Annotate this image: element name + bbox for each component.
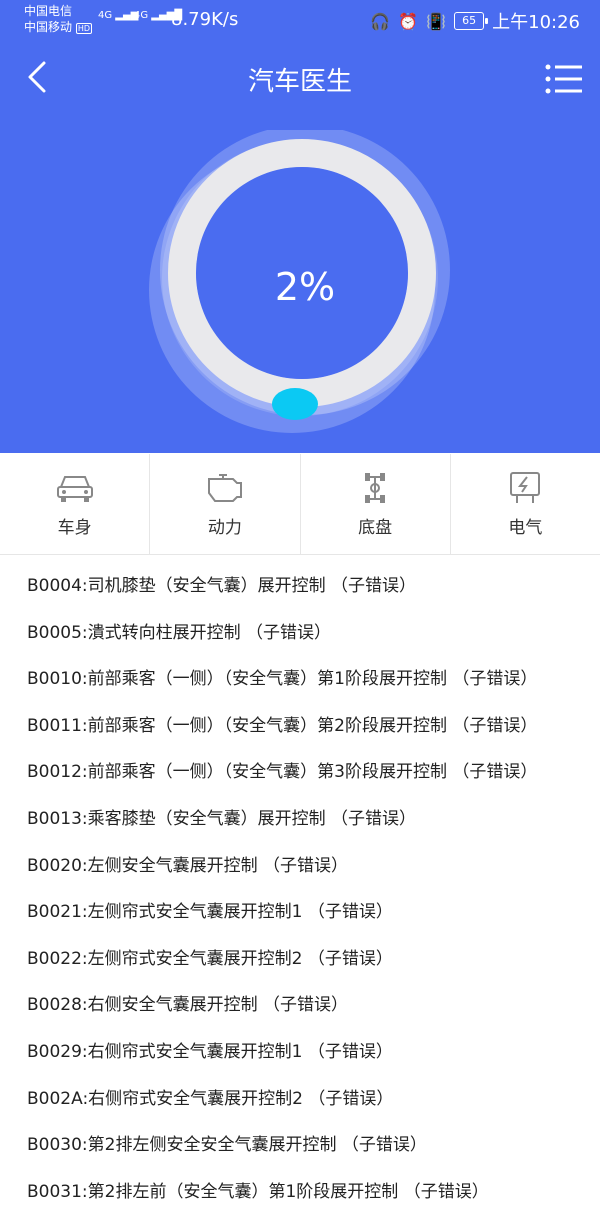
list-item[interactable]: B0020:左侧安全气囊展开控制 （子错误） — [0, 843, 600, 890]
carrier-1: 中国电信 — [24, 4, 73, 18]
list-item[interactable]: B0011:前部乘客（一侧）（安全气囊）第2阶段展开控制 （子错误） — [0, 703, 600, 750]
progress-indicator — [272, 388, 318, 420]
list-item[interactable]: B0013:乘客膝垫（安全气囊）展开控制 （子错误） — [0, 796, 600, 843]
list-item[interactable]: B002A:右侧帘式安全气囊展开控制2 （子错误） — [0, 1076, 600, 1123]
list-item[interactable]: B0022:左侧帘式安全气囊展开控制2 （子错误） — [0, 936, 600, 983]
list-item[interactable]: B0028:右侧安全气囊展开控制 （子错误） — [0, 982, 600, 1029]
category-power[interactable]: 动力 — [150, 454, 301, 554]
list-item[interactable]: B0031:第2排左前（安全气囊）第1阶段展开控制 （子错误） — [0, 1169, 600, 1215]
battery-icon: 65 — [454, 12, 489, 30]
chassis-icon — [365, 472, 386, 503]
category-chassis[interactable]: 底盘 — [301, 454, 451, 554]
carrier-2: 中国移动 HD — [24, 19, 93, 37]
list-item[interactable]: B0005:潰式转向柱展开控制 （子错误） — [0, 610, 600, 657]
electric-icon — [510, 471, 541, 503]
category-label: 动力 — [207, 517, 242, 538]
list-item[interactable]: B0029:右侧帘式安全气囊展开控制1 （子错误） — [0, 1029, 600, 1076]
category-electric[interactable]: 电气 — [451, 454, 600, 554]
signal-icon: 4G ▂▄▆ — [98, 10, 139, 21]
list-item[interactable]: B0012:前部乘客（一侧）（安全气囊）第3阶段展开控制 （子错误） — [0, 749, 600, 796]
net-speed: 8.79K/s — [171, 9, 239, 30]
gauge-ring — [149, 125, 450, 433]
category-label: 车身 — [57, 517, 92, 538]
menu-button[interactable] — [544, 63, 584, 95]
carrier-info: 中国电信 中国移动 HD — [24, 3, 93, 37]
carrier-2-label: 中国移动 — [24, 20, 73, 34]
hd-badge: HD — [75, 23, 93, 34]
category-body[interactable]: 车身 — [0, 454, 151, 554]
header: 中国电信 中国移动 HD 4G ▂▄▆ 4G ▂▄▆█ 8.79K/s 🎧 ⏰ … — [0, 0, 600, 453]
category-label: 底盘 — [358, 517, 393, 538]
headphone-icon: 🎧 — [370, 11, 391, 31]
engine-icon — [207, 473, 242, 502]
vibrate-icon: 📳 — [426, 11, 447, 31]
car-icon — [56, 475, 93, 502]
page-title: 汽车医生 — [247, 67, 352, 97]
status-bar: 中国电信 中国移动 HD 4G ▂▄▆ 4G ▂▄▆█ 8.79K/s 🎧 ⏰ … — [0, 0, 600, 40]
category-label: 电气 — [508, 517, 543, 538]
list-item[interactable]: B0021:左侧帘式安全气囊展开控制1 （子错误） — [0, 889, 600, 936]
network-type-1: 4G — [98, 10, 113, 21]
progress-gauge: 2% — [140, 125, 460, 440]
list-item[interactable]: B0010:前部乘客（一侧）（安全气囊）第1阶段展开控制 （子错误） — [0, 656, 600, 703]
clock: 上午10:26 — [492, 12, 580, 33]
list-menu-icon — [545, 64, 582, 94]
category-tabs: 车身 动力 底盘 电气 — [0, 454, 600, 555]
fault-code-list: B0004:司机膝垫（安全气囊）展开控制 （子错误） B0005:潰式转向柱展开控… — [0, 563, 600, 1215]
status-right: 🎧 ⏰ 📳 65 上午10:26 — [370, 8, 580, 34]
nav-bar: 汽车医生 — [0, 45, 600, 111]
network-type-2: 4G — [134, 10, 149, 21]
alarm-icon: ⏰ — [398, 11, 419, 31]
list-item[interactable]: B0030:第2排左侧安全安全气囊展开控制 （子错误） — [0, 1122, 600, 1169]
list-item[interactable]: B0004:司机膝垫（安全气囊）展开控制 （子错误） — [0, 563, 600, 610]
